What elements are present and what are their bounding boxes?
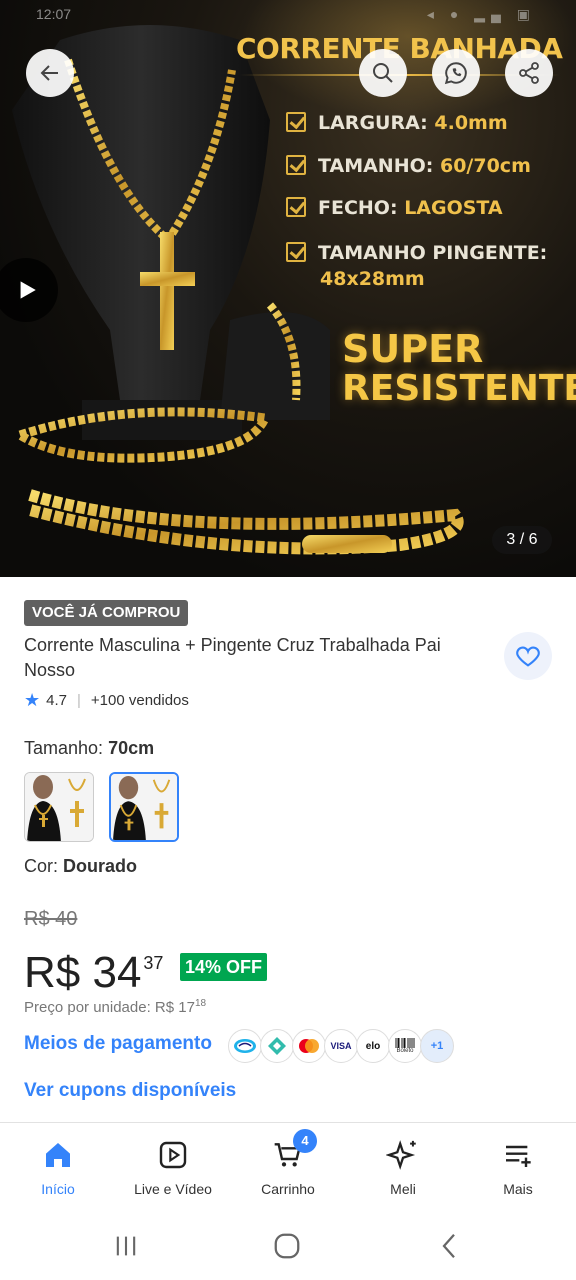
star-icon: ★ xyxy=(24,690,41,710)
home-icon xyxy=(46,1143,70,1167)
size-label: Tamanho: 70cm xyxy=(24,738,155,758)
nav-more[interactable]: Mais xyxy=(463,1137,573,1197)
play-square-icon xyxy=(159,1141,187,1169)
share-icon xyxy=(519,62,539,84)
mastercard-icon xyxy=(292,1029,326,1063)
arrow-left-icon xyxy=(40,65,58,81)
spec-clasp: FECHO: LAGOSTA xyxy=(286,197,503,219)
product-title: Corrente Masculina + Pingente Cruz Traba… xyxy=(24,635,441,680)
recent-apps-icon[interactable] xyxy=(112,1232,140,1260)
color-label: Cor: Dourado xyxy=(24,856,138,876)
visa-icon: VISA xyxy=(324,1029,358,1063)
menu-plus-icon xyxy=(506,1145,531,1167)
whatsapp-icon xyxy=(444,62,467,85)
price-cents: 37 xyxy=(143,953,164,973)
play-icon xyxy=(20,281,36,299)
rating-row[interactable]: ★ 4.7 | +100 vendidos xyxy=(24,690,189,711)
nav-cart[interactable]: 4 Carrinho xyxy=(233,1129,343,1197)
payment-methods-link[interactable]: Meios de pagamento xyxy=(24,1033,212,1055)
color-value: Dourado xyxy=(63,856,138,876)
discount-badge: 14% OFF xyxy=(180,953,268,981)
variant-image xyxy=(25,773,93,841)
promo-line-1: SUPER xyxy=(342,327,484,371)
status-bar: 12:07 ◂ ● ▂▄ ▣ xyxy=(0,0,576,32)
share-button[interactable] xyxy=(505,49,553,97)
cart-count-badge: 4 xyxy=(293,1129,317,1153)
view-coupons-link[interactable]: Ver cupons disponíveis xyxy=(24,1080,236,1102)
necklace-on-bust-image xyxy=(12,25,464,555)
spec-pendant-value: 48x28mm xyxy=(320,268,425,290)
promo-line-2: RESISTENTE xyxy=(342,368,576,409)
checkbox-icon xyxy=(286,197,306,217)
system-nav-bar xyxy=(0,1212,576,1280)
original-price: R$ 40 xyxy=(24,908,78,930)
back-button[interactable] xyxy=(26,49,74,97)
variant-image xyxy=(111,774,177,840)
spec-size: TAMANHO: 60/70cm xyxy=(286,155,531,177)
checkbox-icon xyxy=(286,155,306,175)
spec-pendant: TAMANHO PINGENTE: xyxy=(286,242,547,264)
spec-width: LARGURA: 4.0mm xyxy=(286,112,508,134)
variant-thumb-60cm[interactable] xyxy=(24,772,94,842)
variant-thumb-70cm-selected[interactable] xyxy=(109,772,179,842)
size-value: 70cm xyxy=(108,738,155,758)
sparkle-icon xyxy=(386,1140,416,1170)
image-page-indicator: 3 / 6 xyxy=(492,526,552,554)
status-icons: ◂ ● ▂▄ ▣ xyxy=(426,6,536,22)
pix-icon xyxy=(260,1029,294,1063)
already-bought-tag: VOCÊ JÁ COMPROU xyxy=(24,600,189,626)
unit-price: Preço por unidade: R$ 1718 xyxy=(24,998,207,1016)
more-payments-badge: +1 xyxy=(420,1029,454,1063)
search-icon xyxy=(373,63,393,83)
nav-home[interactable]: Início xyxy=(3,1137,113,1197)
product-image-carousel[interactable]: 12:07 ◂ ● ▂▄ ▣ CORRENTE BANHADA LARGURA:… xyxy=(0,0,576,577)
search-button[interactable] xyxy=(359,49,407,97)
price-main: R$ 34 xyxy=(24,948,142,997)
sold-count: +100 vendidos xyxy=(90,692,189,709)
checkbox-icon xyxy=(286,242,306,262)
favorite-button[interactable] xyxy=(504,632,552,680)
heart-icon xyxy=(516,646,540,667)
nav-live-video[interactable]: Live e Vídeo xyxy=(118,1137,228,1197)
elo-icon: elo xyxy=(356,1029,390,1063)
boleto-icon: Boleto xyxy=(388,1029,422,1063)
home-system-icon[interactable] xyxy=(272,1231,302,1261)
checkbox-icon xyxy=(286,112,306,132)
bottom-nav: Início Live e Vídeo 4 Carrinho Meli Mais xyxy=(0,1122,576,1212)
rating-value: 4.7 xyxy=(46,692,67,709)
whatsapp-button[interactable] xyxy=(432,49,480,97)
payment-icons[interactable]: VISA elo Boleto +1 xyxy=(228,1029,454,1063)
current-price: R$ 34 37 xyxy=(24,936,163,1000)
nav-meli[interactable]: Meli xyxy=(348,1137,458,1197)
back-system-icon[interactable] xyxy=(434,1231,464,1261)
status-time: 12:07 xyxy=(36,6,72,22)
separator: | xyxy=(77,692,81,709)
mercado-pago-icon xyxy=(228,1029,262,1063)
